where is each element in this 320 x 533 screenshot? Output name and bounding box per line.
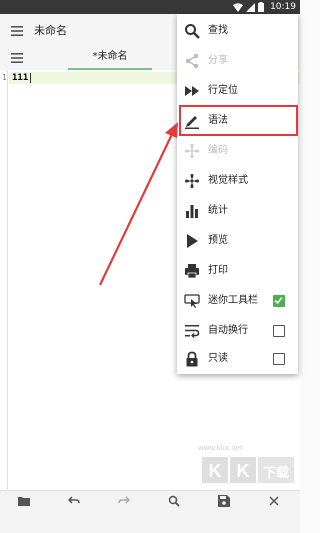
page-title: 未命名	[34, 24, 67, 37]
menu-item-statistics[interactable]: 统计	[177, 196, 298, 226]
text-cursor	[30, 73, 31, 83]
menu-item-find[interactable]: 查找	[177, 16, 298, 46]
mini-toolbar-checkbox[interactable]	[273, 295, 285, 307]
bottom-toolbar	[0, 490, 300, 533]
hamburger-menu-icon[interactable]	[10, 24, 24, 38]
wrap-icon	[185, 325, 200, 338]
menu-item-goto-line[interactable]: 行定位	[177, 76, 298, 106]
svg-text:K: K	[237, 461, 250, 481]
close-icon[interactable]	[264, 491, 284, 511]
menu-item-label: 行定位	[208, 85, 238, 96]
watermark-logo: K K 下载	[202, 457, 294, 483]
file-list-menu-icon[interactable]	[10, 51, 24, 65]
touch-icon	[184, 294, 200, 308]
printer-icon	[185, 264, 199, 279]
line-number-gutter	[0, 70, 8, 490]
wifi-icon	[233, 2, 243, 12]
menu-item-label: 查找	[208, 25, 228, 36]
fan-icon	[185, 174, 199, 188]
undo-icon[interactable]	[64, 491, 84, 511]
svg-text:下载: 下载	[263, 465, 289, 481]
play-icon	[187, 234, 198, 248]
menu-item-mini-toolbar[interactable]: 迷你工具栏	[177, 286, 298, 316]
watermark-url: www.kkx.net	[198, 444, 243, 452]
menu-item-label: 打印	[208, 265, 228, 276]
menu-item-share: 分享	[177, 46, 298, 76]
menu-item-print[interactable]: 打印	[177, 256, 298, 286]
save-icon[interactable]	[214, 491, 234, 511]
menu-item-label: 只读	[208, 353, 228, 364]
fast-forward-icon	[185, 86, 199, 96]
signal-icon	[246, 2, 255, 12]
fan-icon	[185, 144, 199, 158]
code-line[interactable]: 111	[12, 72, 28, 84]
redo-icon[interactable]	[114, 491, 134, 511]
folder-icon[interactable]	[14, 491, 34, 511]
line-number: 1	[2, 73, 7, 82]
svg-text:K: K	[209, 461, 222, 481]
share-icon	[185, 53, 199, 69]
battery-icon	[258, 2, 264, 12]
menu-item-read-only[interactable]: 只读	[177, 344, 298, 374]
lock-icon	[186, 351, 198, 367]
search-icon[interactable]	[164, 491, 184, 511]
word-wrap-checkbox[interactable]	[273, 325, 285, 337]
annotation-highlight-box	[179, 105, 298, 136]
status-bar: 10:19	[0, 0, 300, 14]
menu-item-visual-style[interactable]: 视觉样式	[177, 166, 298, 196]
menu-item-label: 预览	[208, 235, 228, 246]
tab-label: *未命名	[92, 51, 128, 62]
tab-untitled[interactable]: *未命名	[68, 48, 152, 70]
menu-item-word-wrap[interactable]: 自动换行	[177, 316, 298, 346]
menu-item-label: 编码	[208, 145, 228, 156]
status-icons	[233, 2, 264, 12]
menu-item-label: 分享	[208, 55, 228, 66]
read-only-checkbox[interactable]	[273, 353, 285, 365]
menu-item-label: 自动换行	[208, 325, 248, 336]
overflow-menu: 查找 分享 行定位 语法 编码 视觉样式 统计 预览 打印 迷你工具栏 自动换行…	[177, 14, 298, 374]
menu-item-label: 统计	[208, 205, 228, 216]
search-icon	[185, 24, 200, 39]
menu-item-label: 迷你工具栏	[208, 295, 258, 306]
menu-item-encoding: 编码	[177, 136, 298, 166]
menu-item-preview[interactable]: 预览	[177, 226, 298, 256]
status-time: 10:19	[270, 2, 296, 12]
bar-chart-icon	[186, 205, 198, 218]
menu-item-label: 视觉样式	[208, 175, 248, 186]
